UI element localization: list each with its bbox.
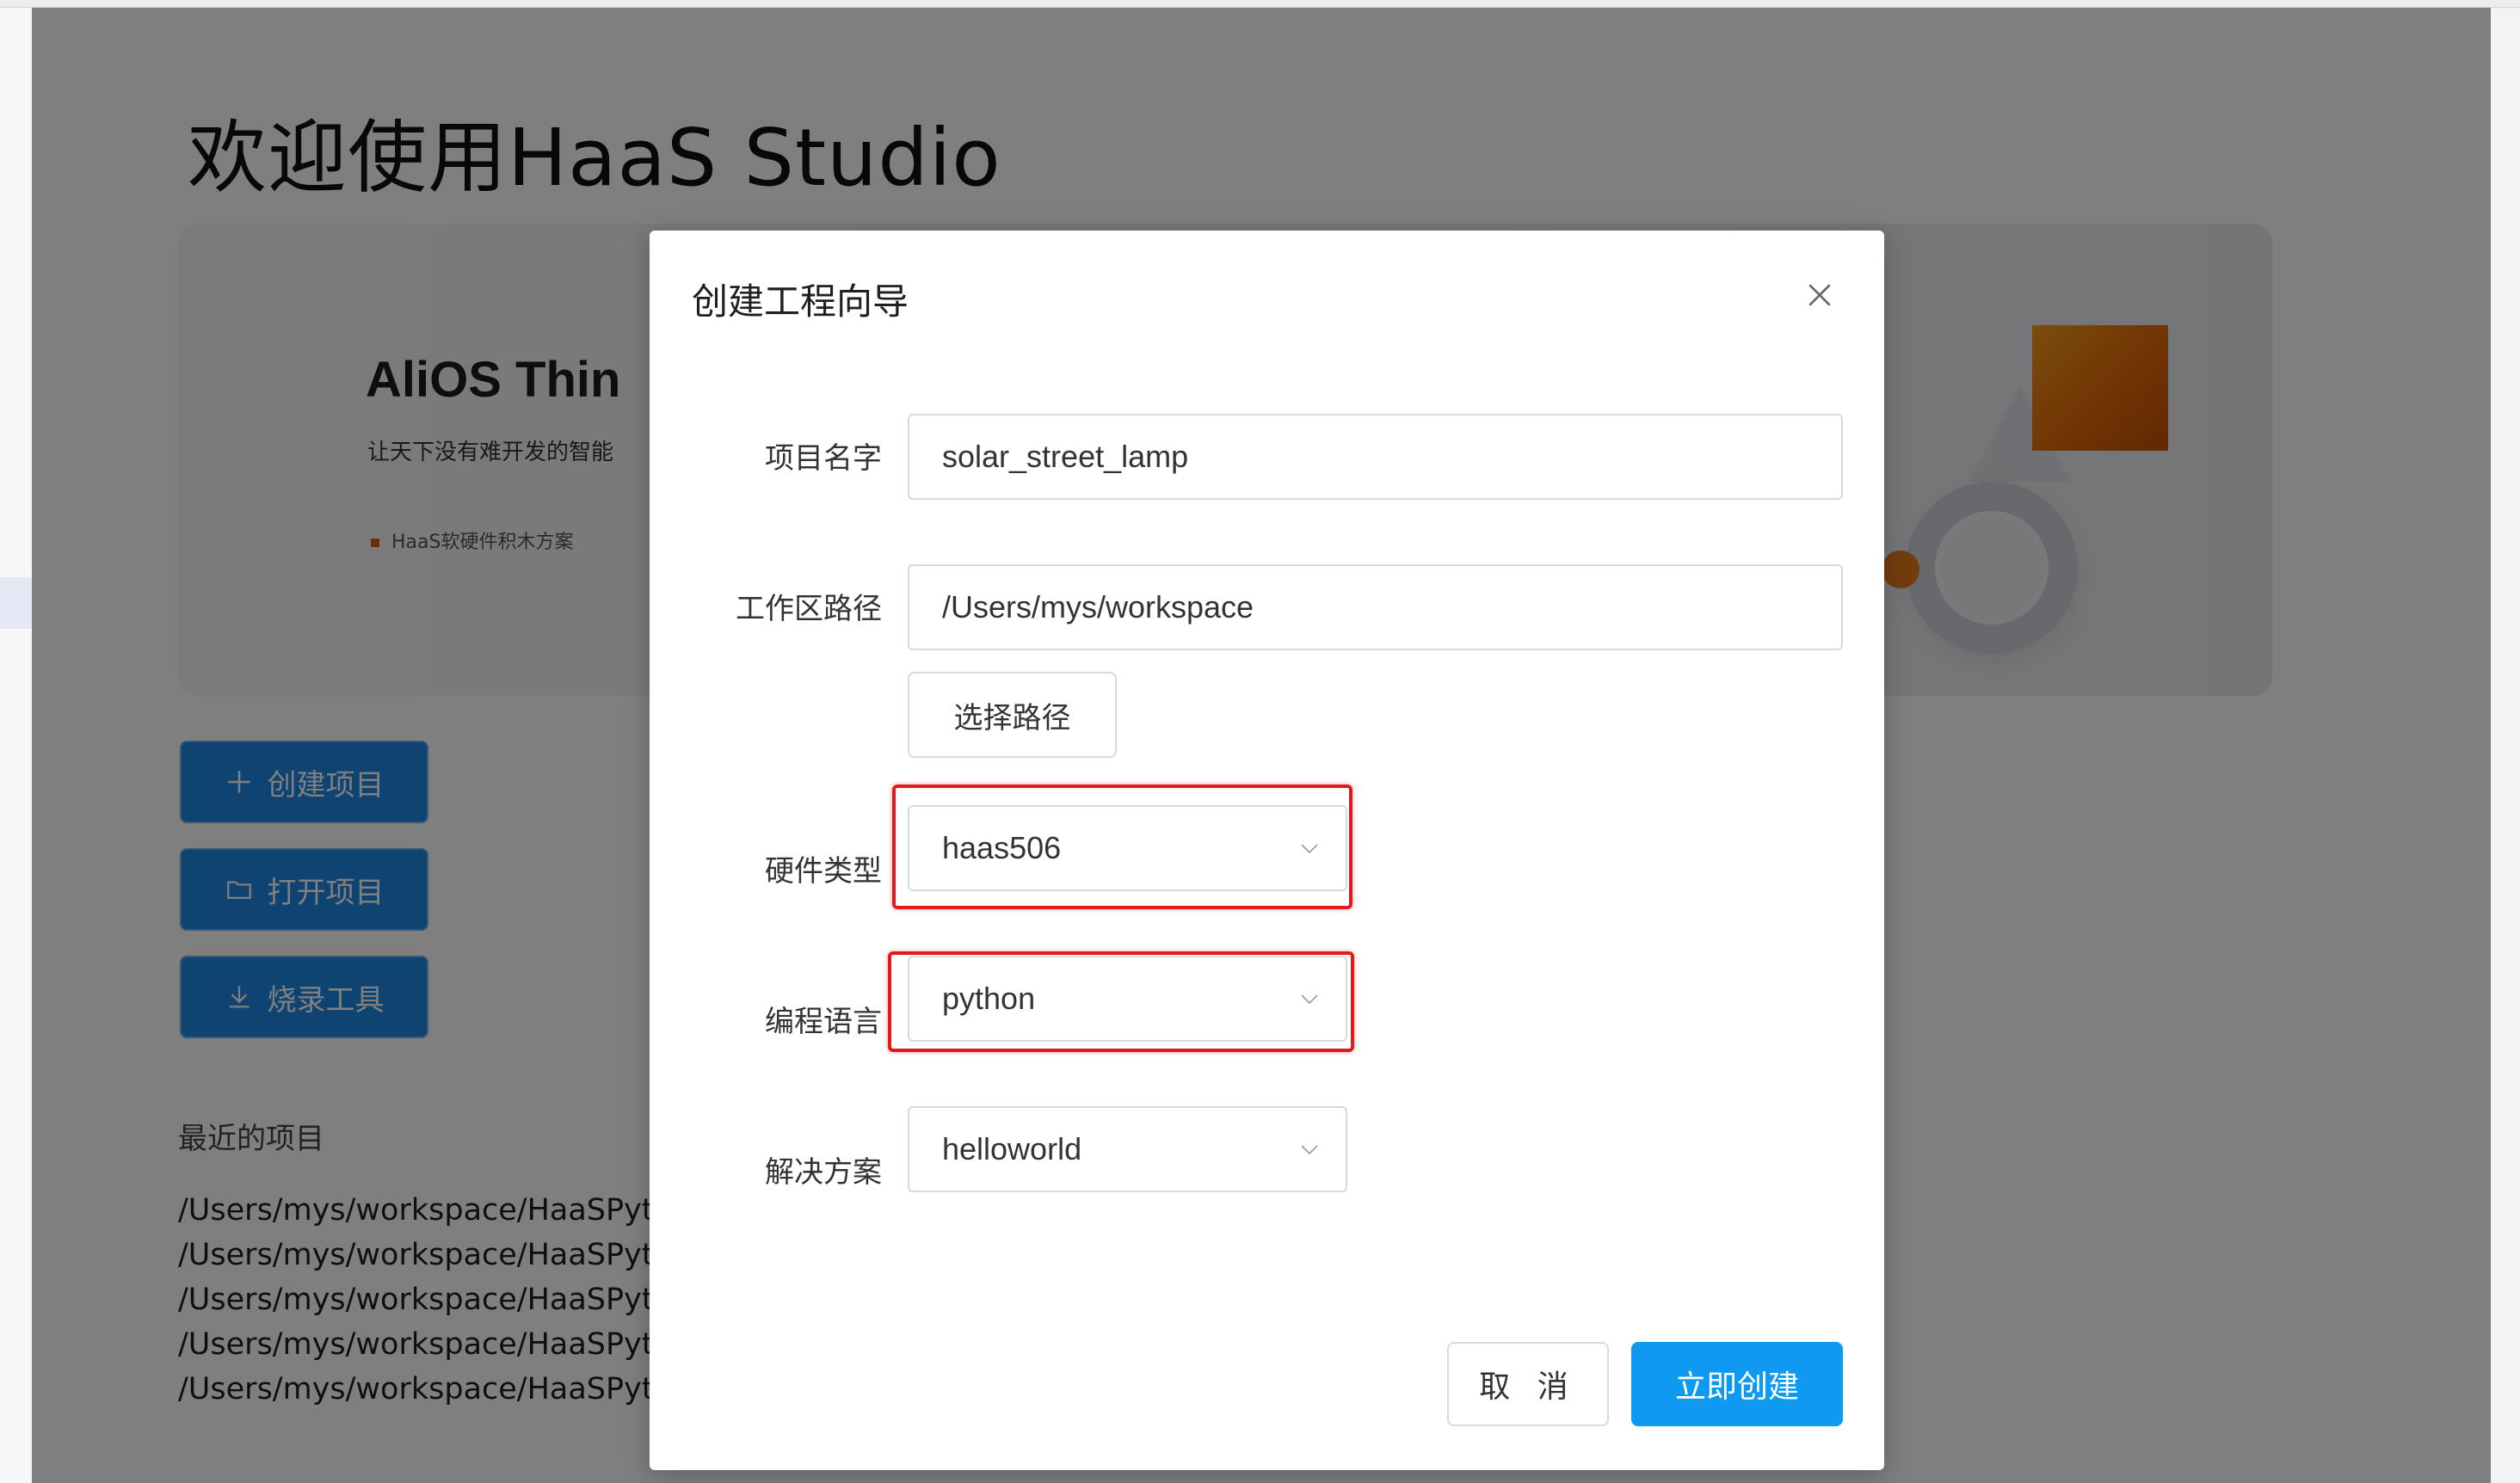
project-name-label: 项目名字	[765, 441, 882, 476]
programming-language-label: 编程语言	[765, 1005, 882, 1039]
create-project-wizard-dialog: 创建工程向导 项目名字 工作区路径 选择路径 硬件类型 haas506 编程语言…	[650, 231, 1884, 1470]
workspace-path-input[interactable]	[908, 564, 1843, 650]
solution-value: helloworld	[942, 1131, 1082, 1166]
browser-top-strip	[0, 0, 2520, 8]
left-panel	[0, 8, 32, 1483]
right-scroll-panel	[2491, 8, 2520, 1483]
project-name-input[interactable]	[908, 414, 1843, 500]
workspace-path-label: 工作区路径	[736, 592, 882, 626]
create-now-button[interactable]: 立即创建	[1631, 1342, 1843, 1426]
dialog-title: 创建工程向导	[692, 280, 909, 323]
highlight-box-hardware	[892, 785, 1352, 909]
solution-select[interactable]: helloworld	[908, 1106, 1347, 1192]
cancel-button[interactable]: 取 消	[1447, 1342, 1609, 1426]
solution-label: 解决方案	[765, 1155, 882, 1190]
close-icon[interactable]	[1802, 278, 1837, 312]
chevron-down-icon	[1301, 1145, 1318, 1155]
choose-path-button[interactable]: 选择路径	[908, 672, 1117, 758]
highlight-box-language	[888, 951, 1354, 1052]
hardware-type-label: 硬件类型	[765, 854, 882, 889]
left-panel-highlight	[0, 577, 32, 629]
